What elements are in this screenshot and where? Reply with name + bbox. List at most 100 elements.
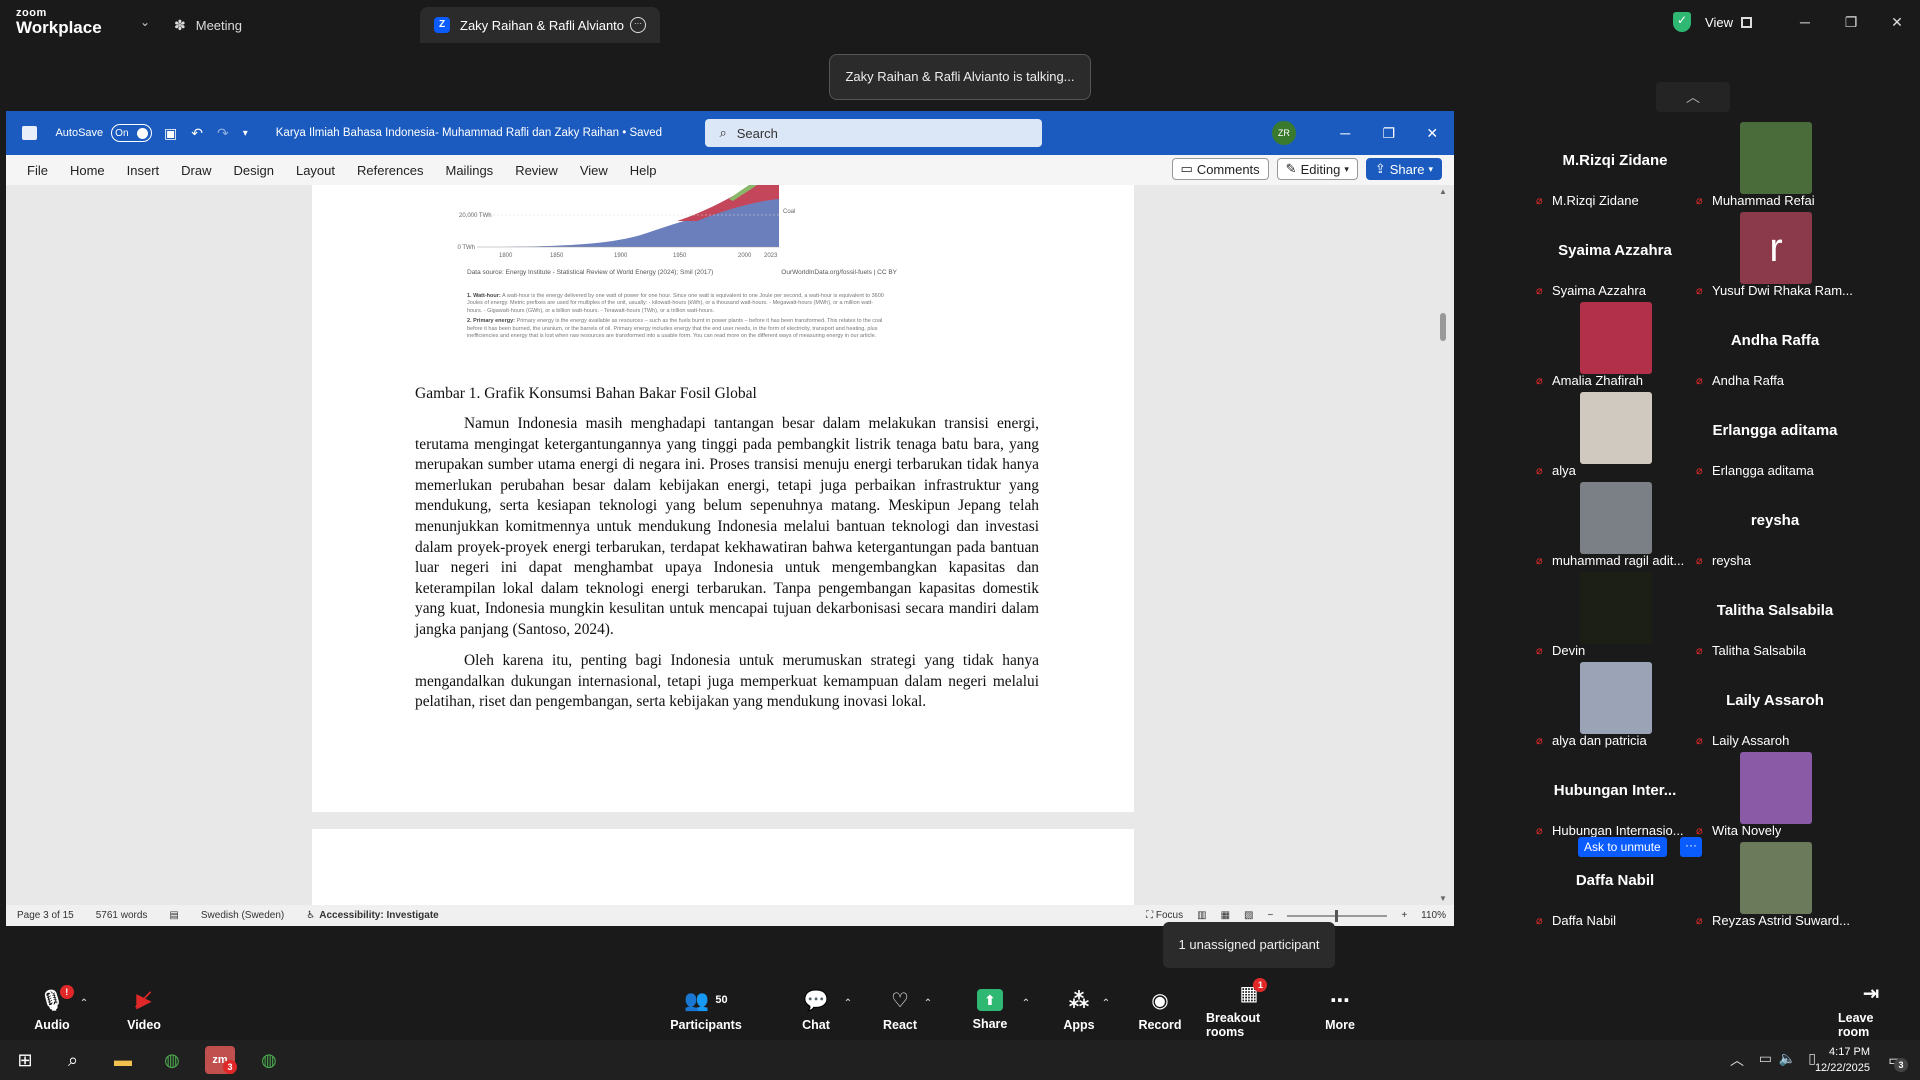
menu-layout[interactable]: Layout	[285, 163, 346, 178]
restore-icon[interactable]: ❐	[1828, 14, 1874, 31]
menu-view[interactable]: View	[569, 163, 619, 178]
notifications-button[interactable]: ▭ 3	[1880, 1046, 1910, 1074]
chrome-icon[interactable]: ◍	[157, 1046, 187, 1074]
language-indicator[interactable]: Swedish (Sweden)	[201, 910, 284, 921]
save-icon[interactable]: ▣	[164, 125, 177, 142]
menu-help[interactable]: Help	[619, 163, 668, 178]
participant-tile[interactable]: ⌀ Devin	[1536, 572, 1694, 660]
leave-room-button[interactable]: ⇥ Leave room	[1838, 980, 1904, 1040]
network-icon[interactable]: ▭	[1759, 1050, 1772, 1067]
scrollbar-thumb[interactable]	[1440, 313, 1446, 341]
redo-icon[interactable]: ↷	[217, 125, 229, 142]
gallery-page-up-icon[interactable]: ︿	[1656, 82, 1730, 112]
autosave-toggle[interactable]: On	[111, 124, 153, 142]
audio-options-caret[interactable]: ⌃	[78, 980, 90, 1040]
read-mode-icon[interactable]: ▥	[1197, 910, 1206, 921]
figure-caption: Gambar 1. Grafik Konsumsi Bahan Bakar Fo…	[415, 385, 757, 402]
participant-tile[interactable]: ⌀ alya dan patricia	[1536, 662, 1694, 750]
participant-tile[interactable]: Erlangga aditama ⌀ Erlangga aditama	[1696, 392, 1854, 480]
word-search-box[interactable]: ⌕ Search	[705, 119, 1043, 147]
scroll-down-icon[interactable]: ▼	[1439, 894, 1447, 903]
participant-tile[interactable]: ⌀ Muhammad Refai	[1696, 122, 1854, 210]
ask-to-unmute-button[interactable]: Ask to unmute	[1578, 837, 1667, 857]
apps-options-caret[interactable]: ⌃	[1100, 980, 1112, 1040]
word-restore-icon[interactable]: ❐	[1367, 125, 1411, 142]
participant-tile[interactable]: M.Rizqi Zidane ⌀ M.Rizqi Zidane	[1536, 122, 1694, 210]
tray-chevron-icon[interactable]: ︿	[1730, 1050, 1744, 1070]
word-close-icon[interactable]: ✕	[1411, 125, 1455, 142]
security-shield-icon[interactable]	[1673, 12, 1692, 32]
menu-design[interactable]: Design	[223, 163, 285, 178]
print-layout-icon[interactable]: ▦	[1221, 910, 1230, 921]
menu-home[interactable]: Home	[59, 163, 116, 178]
breakout-rooms-button[interactable]: ▦ 1 Breakout rooms	[1206, 978, 1292, 1040]
editing-button[interactable]: ✎ Editing ▾	[1276, 158, 1358, 180]
zoom-level[interactable]: 110%	[1421, 910, 1446, 921]
file-explorer-icon[interactable]: ▬	[108, 1046, 138, 1074]
menu-insert[interactable]: Insert	[116, 163, 171, 178]
close-icon[interactable]: ✕	[1874, 14, 1920, 31]
participant-tile[interactable]: Talitha Salsabila ⌀ Talitha Salsabila	[1696, 572, 1854, 660]
accessibility-status[interactable]: ♿ Accessibility: Investigate	[306, 910, 438, 921]
participant-tile[interactable]: Laily Assaroh ⌀ Laily Assaroh	[1696, 662, 1854, 750]
tab-meeting[interactable]: ✽ Meeting	[160, 7, 420, 43]
windows-start-icon[interactable]: ⊞	[10, 1046, 40, 1074]
menu-references[interactable]: References	[346, 163, 434, 178]
tab-shared-screen[interactable]: Z Zaky Raihan & Rafli Alvianto's scr ···	[420, 7, 660, 43]
participant-tile[interactable]: Andha Raffa ⌀ Andha Raffa	[1696, 302, 1854, 390]
word-count[interactable]: 5761 words	[96, 910, 148, 921]
chat-options-caret[interactable]: ⌃	[842, 980, 854, 1040]
page-count[interactable]: Page 3 of 15	[17, 910, 74, 921]
document-title[interactable]: Karya Ilmiah Bahasa Indonesia- Muhammad …	[276, 127, 692, 139]
menu-draw[interactable]: Draw	[170, 163, 222, 178]
zoom-slider[interactable]	[1287, 909, 1388, 922]
participant-tile[interactable]: ⌀ muhammad ragil adit...	[1536, 482, 1694, 570]
customize-qat-icon[interactable]: ▾	[243, 128, 248, 139]
proofing-icon[interactable]: ▤	[169, 910, 178, 921]
react-options-caret[interactable]: ⌃	[922, 980, 934, 1040]
minimize-icon[interactable]: ─	[1782, 14, 1828, 30]
share-screen-button[interactable]: ⬆ Share	[972, 980, 1008, 1040]
zoom-in-icon[interactable]: +	[1401, 910, 1407, 921]
focus-button[interactable]: ⛶ Focus	[1146, 910, 1183, 921]
search-icon[interactable]: ⌕	[58, 1046, 88, 1074]
react-button[interactable]: ♡ React	[882, 980, 918, 1040]
participants-button[interactable]: 👥 50 Participants	[668, 980, 744, 1040]
word-minimize-icon[interactable]: ─	[1324, 125, 1368, 141]
document-canvas[interactable]: 20,000 TWh 0 TWh 1800 1850 1900 1950 200…	[6, 185, 1454, 905]
user-avatar[interactable]: ZR	[1272, 121, 1296, 145]
menu-mailings[interactable]: Mailings	[435, 163, 505, 178]
share-options-caret[interactable]: ⌃	[1020, 980, 1032, 1040]
audio-button[interactable]: 🎙! Audio	[30, 980, 74, 1040]
chrome-profile-icon[interactable]: ◍	[254, 1046, 284, 1074]
undo-icon[interactable]: ↶	[191, 125, 203, 142]
volume-icon[interactable]: 🔈	[1779, 1050, 1796, 1067]
menu-review[interactable]: Review	[504, 163, 569, 178]
chat-button[interactable]: 💬 Chat	[800, 980, 832, 1040]
vertical-scrollbar[interactable]: ▲ ▼	[1438, 185, 1448, 905]
video-button[interactable]: ▶̸ Video	[122, 980, 166, 1040]
apps-button[interactable]: ⁂ Apps	[1063, 980, 1094, 1040]
scroll-up-icon[interactable]: ▲	[1439, 187, 1447, 196]
more-options-icon[interactable]: ···	[630, 17, 646, 33]
participant-tile[interactable]: Hubungan Inter... ⌀ Hubungan Internasio...	[1536, 752, 1694, 840]
more-button[interactable]: ⋯ More	[1322, 980, 1358, 1040]
participant-tile[interactable]: r ⌀ Yusuf Dwi Rhaka Ram...	[1696, 212, 1854, 300]
taskbar-clock[interactable]: 4:17 PM 12/22/2025	[1815, 1044, 1870, 1076]
zoom-out-icon[interactable]: −	[1267, 910, 1273, 921]
participant-tile[interactable]: Syaima Azzahra ⌀ Syaima Azzahra	[1536, 212, 1694, 300]
zoom-app-icon[interactable]: zm 3	[205, 1046, 237, 1074]
share-button[interactable]: ⇪ Share ▾	[1365, 158, 1442, 180]
tile-more-button[interactable]: ···	[1680, 837, 1702, 857]
participant-tile[interactable]: reysha ⌀ reysha	[1696, 482, 1854, 570]
view-button[interactable]: View	[1705, 15, 1752, 30]
participant-tile[interactable]: ⌀ Amalia Zhafirah	[1536, 302, 1694, 390]
participant-tile[interactable]: ⌀ Reyzas Astrid Suward...	[1696, 842, 1854, 930]
participant-tile[interactable]: ⌀ Wita Novely	[1696, 752, 1854, 840]
record-button[interactable]: ◉ Record	[1138, 980, 1182, 1040]
participant-tile[interactable]: ⌀ alya	[1536, 392, 1694, 480]
chevron-down-icon[interactable]: ⌄	[130, 15, 160, 29]
web-layout-icon[interactable]: ▧	[1244, 910, 1253, 921]
comments-button[interactable]: ▭ Comments	[1171, 158, 1269, 180]
menu-file[interactable]: File	[16, 163, 59, 178]
